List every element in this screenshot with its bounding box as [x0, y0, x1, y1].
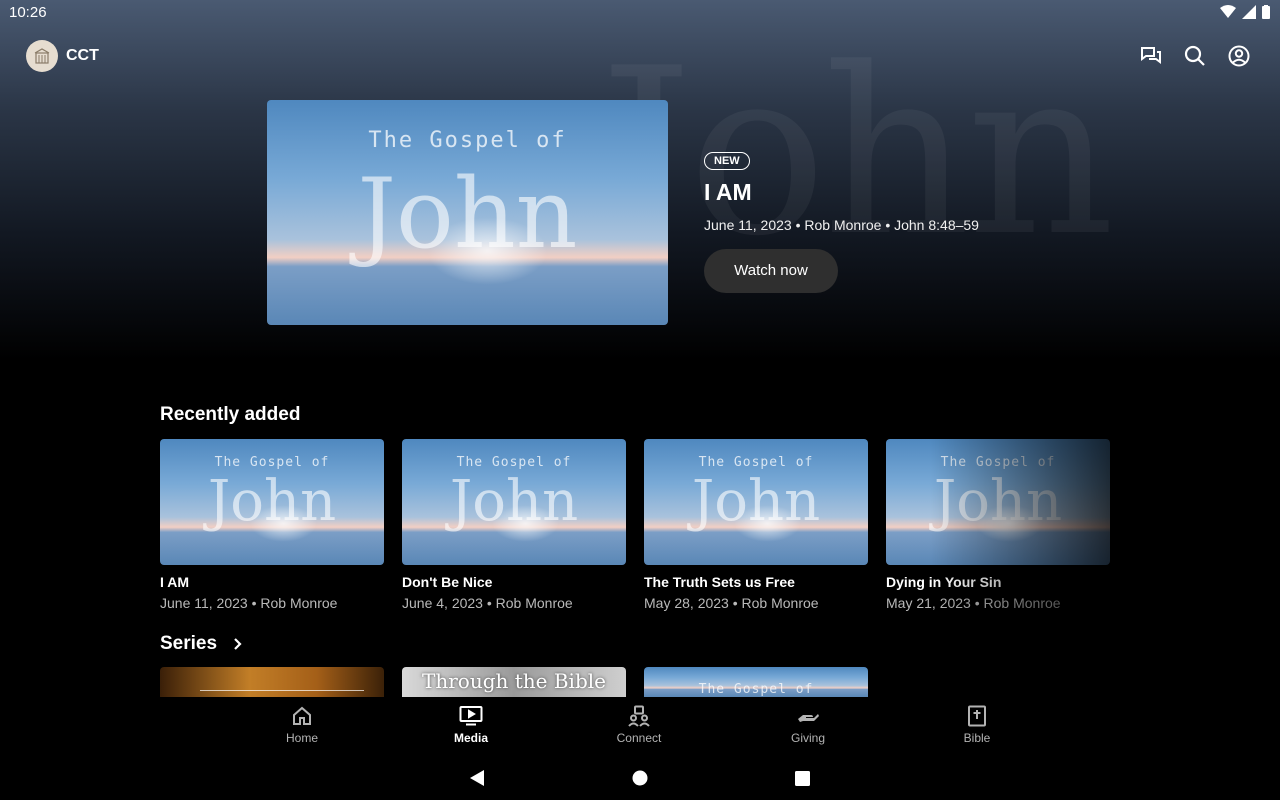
app-name: CCT: [66, 47, 99, 64]
media-card[interactable]: The Gospel of John The Truth Sets us Fre…: [644, 439, 868, 611]
media-card[interactable]: The Gospel of John Don't Be Nice June 4,…: [402, 439, 626, 611]
new-badge: NEW: [704, 152, 750, 170]
series-card[interactable]: The Gospel of: [644, 667, 868, 697]
hero-info: NEW I AM June 11, 2023 • Rob Monroe • Jo…: [704, 151, 979, 293]
account-icon: [1228, 45, 1250, 67]
card-thumbnail: The Gospel of John: [644, 439, 868, 565]
watch-now-button[interactable]: Watch now: [704, 249, 838, 293]
giving-icon: [798, 714, 819, 722]
cell-signal-icon: [1242, 5, 1256, 19]
card-art-title: John: [449, 469, 579, 534]
chat-icon: [1141, 47, 1161, 64]
media-card[interactable]: The Gospel of John Dying in Your Sin May…: [886, 439, 1110, 611]
hero-meta: June 11, 2023 • Rob Monroe • John 8:48–5…: [704, 217, 979, 233]
card-thumbnail: The Gospel of John: [160, 439, 384, 565]
card-meta: May 21, 2023 • Rob Monroe: [886, 595, 1061, 611]
card-art-subtitle: The Gospel of: [214, 455, 330, 470]
card-title: The Truth Sets us Free: [644, 574, 795, 590]
series-card[interactable]: [160, 667, 384, 697]
series-heading-label: Series: [160, 633, 218, 654]
church-logo[interactable]: [26, 40, 58, 72]
system-recents-button[interactable]: [791, 767, 813, 789]
search-icon: [1184, 45, 1205, 66]
card-title: Don't Be Nice: [402, 574, 493, 590]
card-art-subtitle: The Gospel of: [698, 455, 814, 470]
hero-artwork: The Gospel of John: [267, 100, 668, 325]
card-art-title: John: [933, 469, 1063, 534]
card-meta: May 28, 2023 • Rob Monroe: [644, 595, 819, 611]
media-card[interactable]: The Gospel of John I AM June 11, 2023 • …: [160, 439, 384, 611]
card-art-subtitle: The Gospel of: [940, 455, 1056, 470]
hero-art-subtitle: The Gospel of: [368, 128, 567, 153]
home-icon: [293, 706, 311, 725]
search-button[interactable]: [1184, 44, 1206, 68]
card-meta: June 4, 2023 • Rob Monroe: [402, 595, 573, 611]
recently-added-heading: Recently added: [160, 404, 301, 425]
back-triangle-icon: [470, 770, 484, 786]
status-time: 10:26: [9, 4, 47, 21]
status-icons: [1220, 5, 1270, 19]
chat-button[interactable]: [1140, 44, 1162, 68]
card-meta: June 11, 2023 • Rob Monroe: [160, 595, 338, 611]
media-icon: [459, 706, 483, 726]
nav-bible[interactable]: Bible: [922, 703, 1032, 745]
church-logo-icon: [34, 48, 50, 64]
series-card-label: The Gospel of: [698, 682, 814, 697]
series-heading[interactable]: Series: [160, 633, 243, 655]
system-back-button[interactable]: [466, 767, 488, 789]
card-title: Dying in Your Sin: [886, 574, 1002, 590]
recents-square-icon: [794, 770, 810, 786]
status-bar: 10:26: [0, 0, 1280, 26]
system-home-button[interactable]: [629, 767, 651, 789]
card-title: I AM: [160, 574, 190, 590]
card-thumbnail: The Gospel of John: [402, 439, 626, 565]
wifi-icon: [1220, 5, 1236, 18]
nav-giving[interactable]: Giving: [753, 703, 863, 745]
connect-icon: [628, 705, 650, 727]
card-art-title: John: [691, 469, 821, 534]
hero-title: I AM: [704, 179, 752, 205]
battery-icon: [1262, 5, 1270, 19]
home-circle-icon: [632, 770, 648, 786]
account-button[interactable]: [1228, 44, 1250, 68]
card-art-title: John: [207, 469, 337, 534]
series-card-label: Through the Bible: [422, 669, 606, 693]
nav-connect[interactable]: Connect: [584, 703, 694, 745]
top-actions: [1140, 44, 1250, 68]
card-art-subtitle: The Gospel of: [456, 455, 572, 470]
hero-thumbnail[interactable]: The Gospel of John: [267, 100, 668, 325]
bible-icon: [968, 705, 986, 727]
chevron-right-icon: [234, 638, 242, 650]
nav-home[interactable]: Home: [247, 703, 357, 745]
hero-art-title: John: [357, 158, 578, 270]
series-card[interactable]: Through the Bible: [402, 667, 626, 697]
bottom-navigation: Home Media Connect Giving Bible: [0, 697, 1280, 754]
system-navigation-bar: [0, 754, 1280, 800]
nav-media[interactable]: Media: [416, 703, 526, 745]
card-thumbnail: The Gospel of John: [886, 439, 1110, 565]
